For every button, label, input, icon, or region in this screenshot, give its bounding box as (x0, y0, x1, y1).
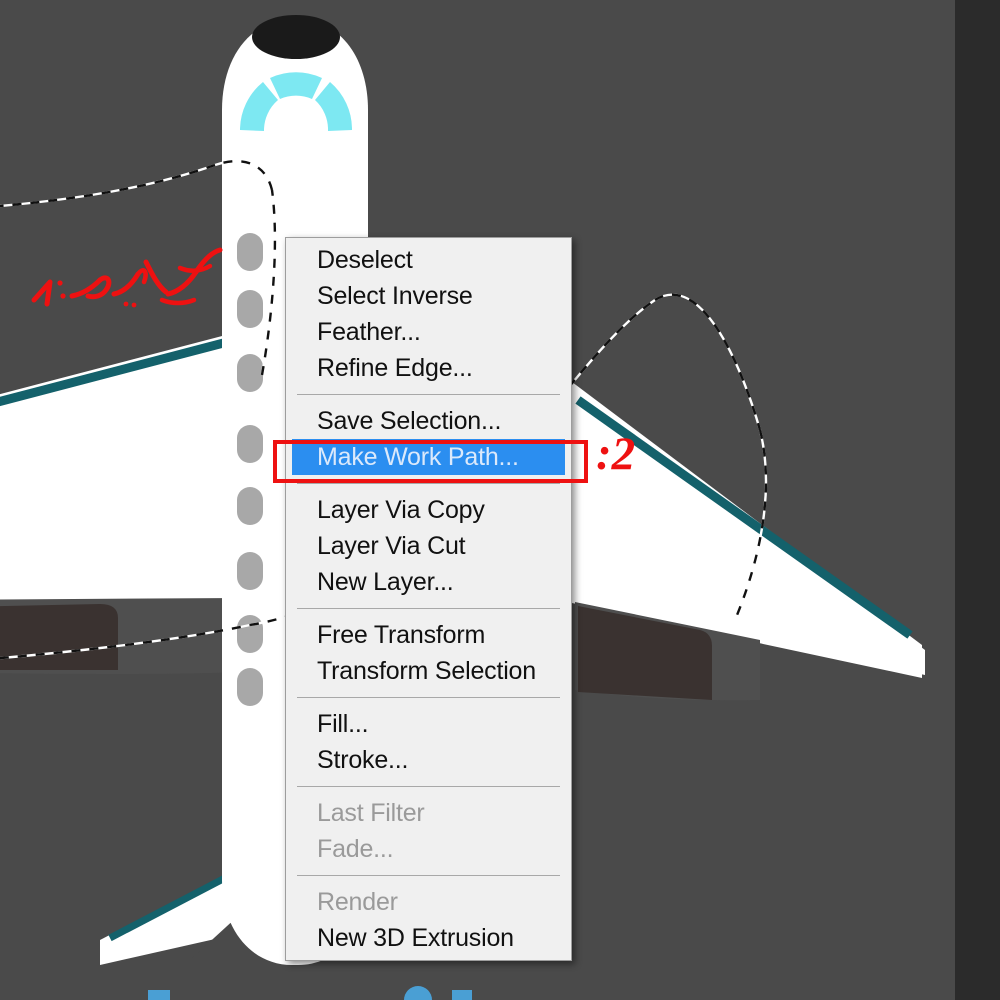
menu-item-feather[interactable]: Feather... (286, 314, 571, 350)
cabin-window (237, 487, 263, 525)
menu-item-stroke[interactable]: Stroke... (286, 742, 571, 778)
menu-item-save-selection[interactable]: Save Selection... (286, 403, 571, 439)
cabin-window (237, 233, 263, 271)
menu-item-free-transform[interactable]: Free Transform (286, 617, 571, 653)
menu-item-transform-selection[interactable]: Transform Selection (286, 653, 571, 689)
menu-item-last-filter: Last Filter (317, 799, 425, 827)
menu-separator (297, 786, 560, 787)
cabin-window (237, 668, 263, 706)
menu-separator (297, 394, 560, 395)
menu-item-make-work-path[interactable]: Make Work Path... (292, 439, 565, 475)
menu-item-deselect[interactable]: Deselect (286, 242, 571, 278)
cabin-window (237, 290, 263, 328)
screenshot-root: Deselect Select Inverse Feather... Refin… (0, 0, 1000, 1000)
menu-item-layer-via-copy[interactable]: Layer Via Copy (286, 492, 571, 528)
menu-item-fade: Fade... (317, 835, 394, 863)
left-wing-shape (0, 335, 248, 598)
menu-item-select-inverse[interactable]: Select Inverse (286, 278, 571, 314)
cabin-window (237, 354, 263, 392)
menu-item-new-3d-extrusion[interactable]: New 3D Extrusion (286, 920, 571, 956)
menu-separator (297, 697, 560, 698)
canvas-right-gutter (955, 0, 1000, 1000)
left-engine-dark (0, 604, 118, 670)
nose-tip-icon (252, 15, 340, 59)
menu-item-layer-via-cut[interactable]: Layer Via Cut (286, 528, 571, 564)
selection-context-menu[interactable]: Deselect Select Inverse Feather... Refin… (285, 237, 572, 961)
menu-separator (297, 483, 560, 484)
menu-item-render: Render (317, 888, 398, 916)
menu-item-fill[interactable]: Fill... (286, 706, 571, 742)
menu-separator (297, 608, 560, 609)
menu-item-new-layer[interactable]: New Layer... (286, 564, 571, 600)
menu-separator (297, 875, 560, 876)
cabin-window (237, 615, 263, 653)
cabin-window (237, 425, 263, 463)
menu-item-refine-edge[interactable]: Refine Edge... (286, 350, 571, 386)
bottom-cropped-text (0, 986, 955, 1000)
cabin-window (237, 552, 263, 590)
